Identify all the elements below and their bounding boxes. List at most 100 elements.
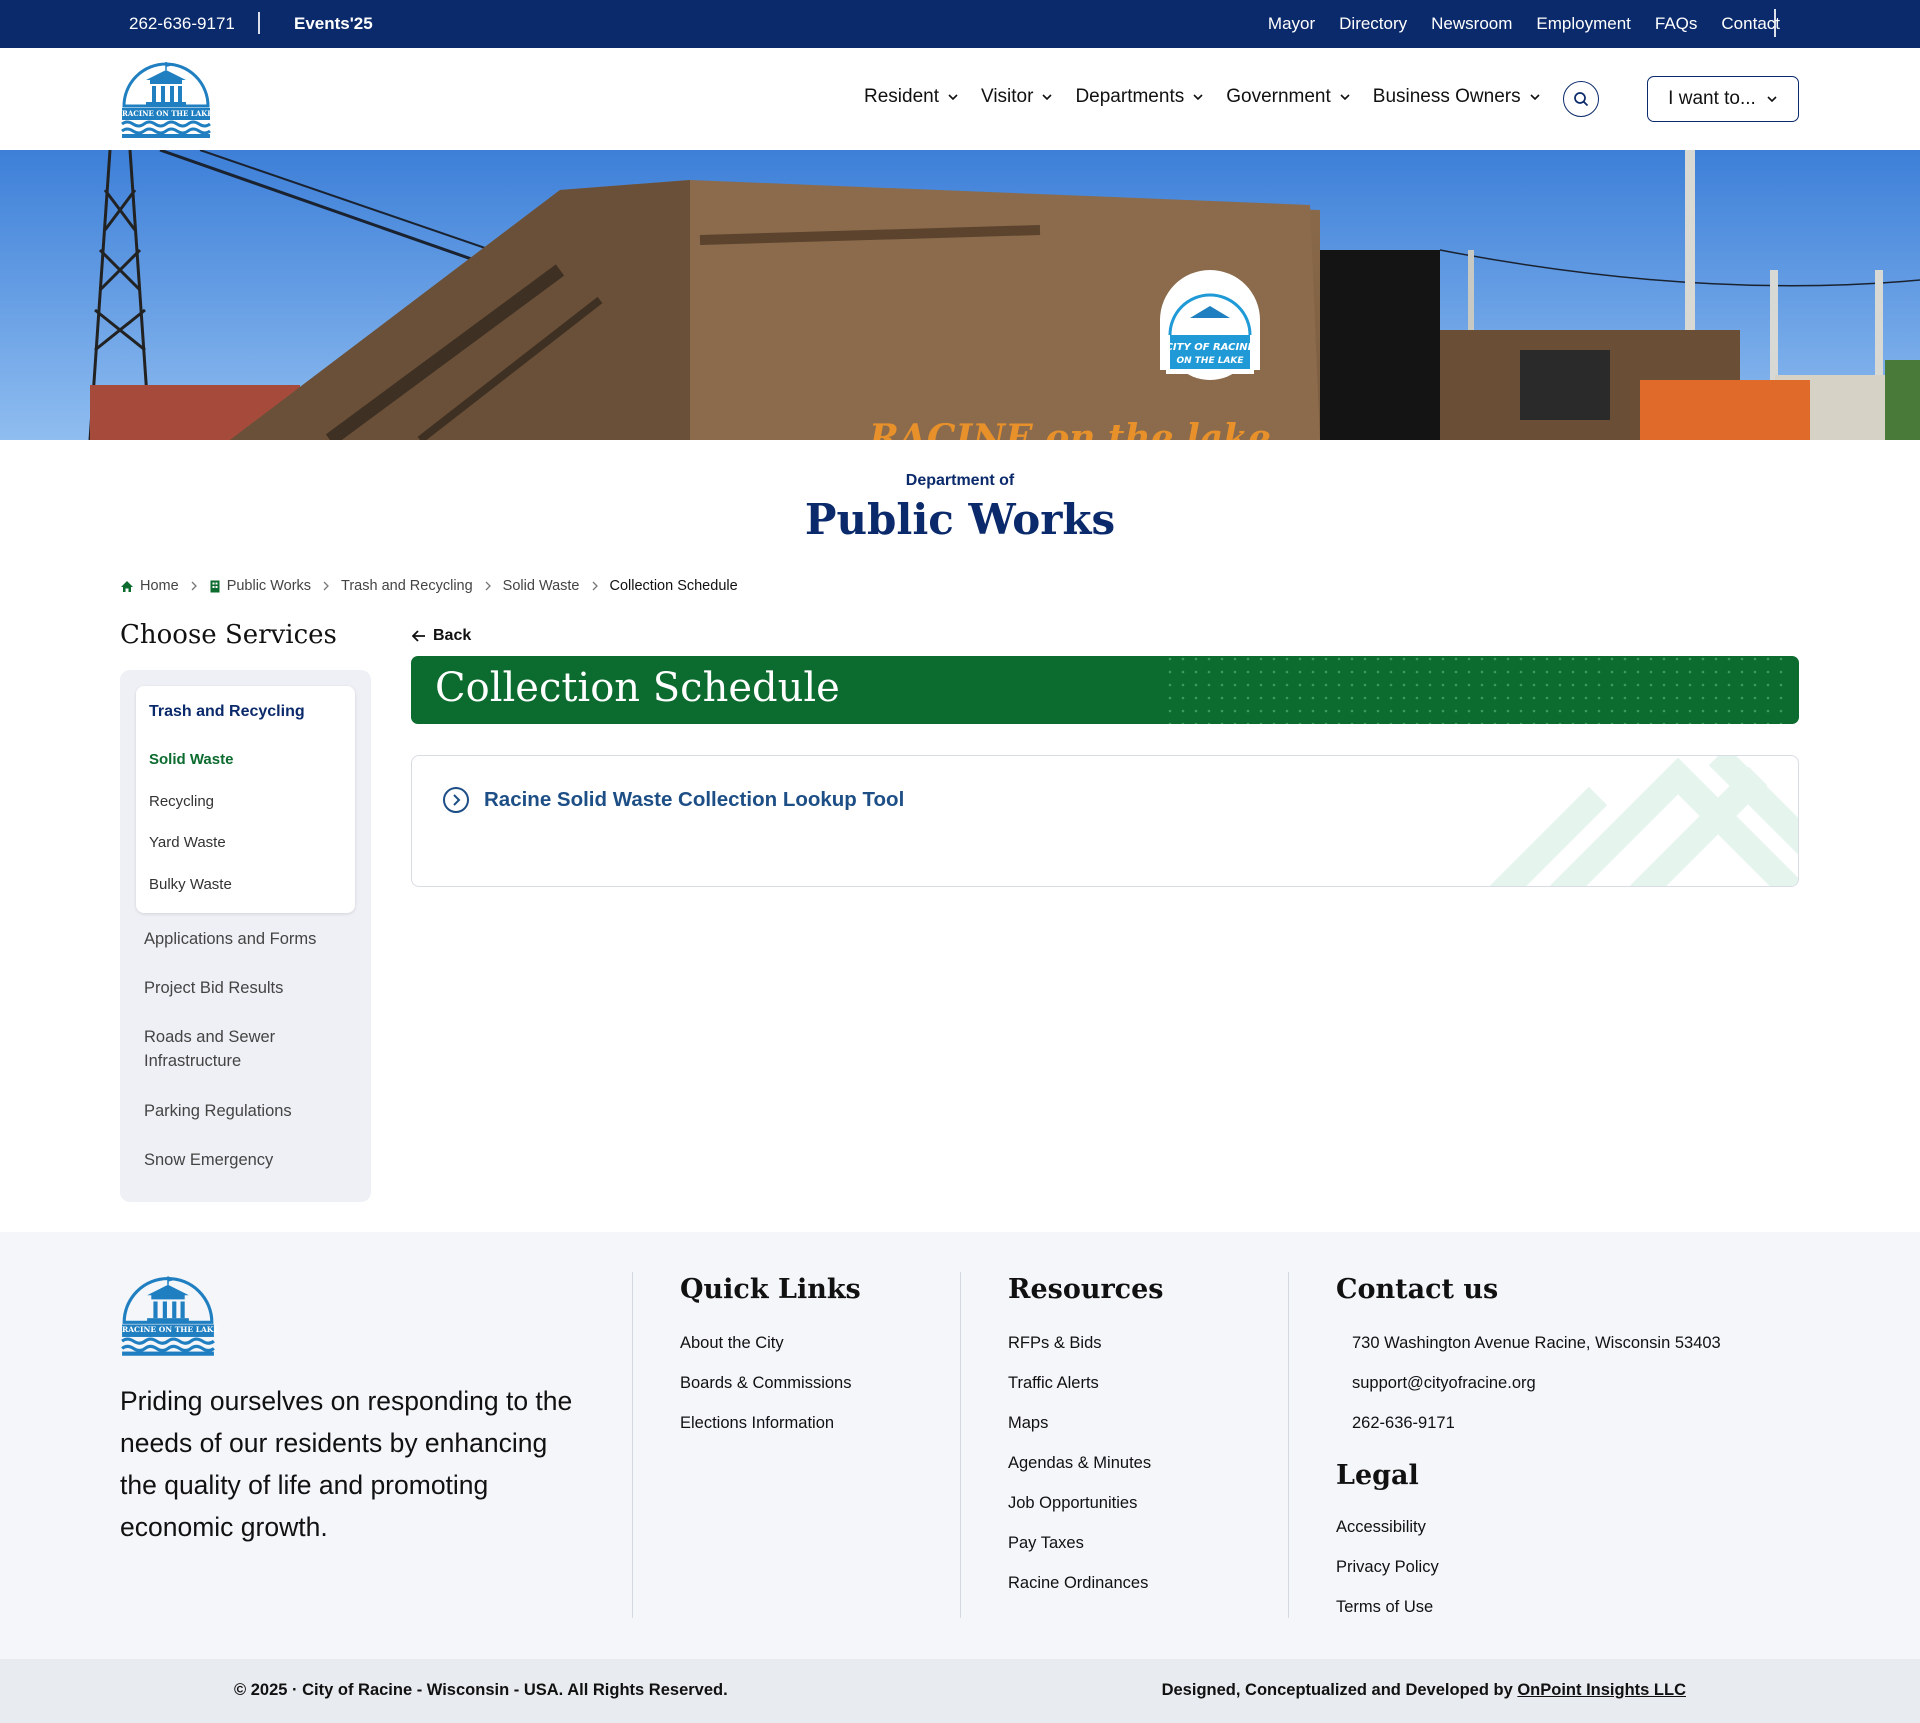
footer-contact-title: Contact us [1336,1274,1499,1305]
garbage-truck-photo: CITY OF RACINE ON THE LAKE RACINE on the… [0,150,1920,440]
chevron-right-icon [323,581,329,591]
breadcrumb-home-label: Home [140,578,179,594]
top-utility-bar: 262-636-9171 Events'25 Mayor Directory N… [0,0,1920,48]
sidebar-item-applications-forms[interactable]: Applications and Forms [144,927,354,951]
nav-departments-label: Departments [1075,86,1185,107]
topbar-link-faqs[interactable]: FAQs [1655,14,1698,34]
sidebar-item-roads-sewer[interactable]: Roads and Sewer Infrastructure [144,1025,354,1073]
footer-resources-title: Resources [1008,1274,1164,1305]
sidebar-group-trash-recycling[interactable]: Trash and Recycling [149,703,305,721]
truck-logo-text-1: CITY OF RACINE [1166,342,1255,353]
footer-quick-links-title: Quick Links [680,1274,861,1305]
back-button[interactable]: Back [412,627,471,645]
credit-link[interactable]: OnPoint Insights LLC [1517,1681,1686,1699]
topbar-link-contact[interactable]: Contact [1721,14,1780,34]
header-logo-text: RACINE ON THE LAKE [122,109,213,118]
topbar-link-mayor[interactable]: Mayor [1268,14,1315,34]
lookup-tool-label: Racine Solid Waste Collection Lookup Too… [484,788,905,811]
chevron-down-icon [1340,94,1350,101]
i-want-to-label: I want to... [1668,88,1756,109]
nav-departments[interactable]: Departments [1075,86,1204,108]
footer-link-boards-commissions[interactable]: Boards & Commissions [680,1374,851,1393]
chevron-right-icon [485,581,491,591]
breadcrumb-public-works-label: Public Works [226,578,312,594]
sidebar-item-snow-emergency[interactable]: Snow Emergency [144,1148,354,1172]
sidebar-item-recycling[interactable]: Recycling [149,793,214,810]
sidebar-item-yard-waste[interactable]: Yard Waste [149,834,226,851]
breadcrumb-trash-recycling[interactable]: Trash and Recycling [341,578,473,594]
topbar-events-link[interactable]: Events'25 [294,14,373,34]
truck-script-text: RACINE on the lake [868,417,1271,440]
footer-tagline: Priding ourselves on responding to the n… [120,1386,573,1542]
footer-divider [632,1272,633,1618]
topbar-link-employment[interactable]: Employment [1536,14,1630,34]
i-want-to-dropdown[interactable]: I want to... [1647,76,1799,122]
hero-image: CITY OF RACINE ON THE LAKE RACINE on the… [0,150,1920,440]
nav-resident[interactable]: Resident [864,86,959,108]
footer-link-maps[interactable]: Maps [1008,1414,1048,1433]
chevron-down-icon [1767,96,1777,103]
truck-logo-text-2: ON THE LAKE [1176,356,1244,366]
search-button[interactable] [1563,81,1599,117]
topbar-divider-right [1774,9,1776,37]
arrow-left-icon [412,630,425,642]
dot-pattern-decoration [1167,656,1787,724]
footer-contact-address: 730 Washington Avenue Racine, Wisconsin … [1352,1334,1721,1352]
main-header: RACINE ON THE LAKE Resident Visitor Depa… [0,48,1920,150]
copyright-text: © 2025 · City of Racine - Wisconsin - US… [234,1681,728,1699]
topbar-divider [258,12,260,34]
sidebar-item-project-bid-results[interactable]: Project Bid Results [144,976,354,1000]
breadcrumb: Home Public Works Trash and Recycling So… [120,578,738,594]
footer-link-agendas-minutes[interactable]: Agendas & Minutes [1008,1454,1151,1473]
footer-contact-phone[interactable]: 262-636-9171 [1352,1414,1455,1433]
footer-link-ordinances[interactable]: Racine Ordinances [1008,1574,1148,1593]
sidebar-item-parking-regulations[interactable]: Parking Regulations [144,1099,354,1123]
footer-link-privacy-policy[interactable]: Privacy Policy [1336,1558,1439,1577]
chevron-down-icon [948,94,958,101]
nav-visitor[interactable]: Visitor [981,86,1053,108]
footer-logo-text: RACINE ON THE LAKE [122,1325,220,1334]
breadcrumb-current: Collection Schedule [609,578,738,594]
footer-contact-email[interactable]: support@cityofracine.org [1352,1374,1536,1393]
lookup-tool-link[interactable]: Racine Solid Waste Collection Lookup Too… [442,786,904,814]
city-logo[interactable] [120,58,212,138]
chevron-right-icon [592,581,598,591]
footer-legal-title: Legal [1336,1460,1419,1491]
search-icon [1574,92,1589,107]
topbar-link-directory[interactable]: Directory [1339,14,1407,34]
topbar-link-newsroom[interactable]: Newsroom [1431,14,1512,34]
sidebar-group-card: Trash and Recycling Solid Waste Recyclin… [136,686,355,913]
department-title: Public Works [804,495,1116,544]
chevron-down-icon [1193,94,1203,101]
back-label: Back [433,627,472,644]
footer-link-about-city[interactable]: About the City [680,1334,784,1353]
footer-link-job-opportunities[interactable]: Job Opportunities [1008,1494,1137,1513]
nav-government[interactable]: Government [1226,86,1351,108]
footer-link-accessibility[interactable]: Accessibility [1336,1518,1426,1537]
sidebar-item-bulky-waste[interactable]: Bulky Waste [149,876,232,893]
footer-link-traffic-alerts[interactable]: Traffic Alerts [1008,1374,1099,1393]
breadcrumb-home[interactable]: Home [120,578,179,594]
sidebar-item-solid-waste[interactable]: Solid Waste [149,751,233,768]
chevron-right-icon [191,581,197,591]
footer-link-elections[interactable]: Elections Information [680,1414,834,1433]
breadcrumb-solid-waste[interactable]: Solid Waste [503,578,580,594]
footer-link-pay-taxes[interactable]: Pay Taxes [1008,1534,1084,1553]
services-sidebar: Trash and Recycling Solid Waste Recyclin… [120,670,371,1202]
department-prefix: Department of [905,472,1015,489]
topbar-phone[interactable]: 262-636-9171 [129,14,235,34]
nav-business-owners-label: Business Owners [1372,86,1521,107]
sidebar-title: Choose Services [120,620,337,650]
nav-business-owners[interactable]: Business Owners [1373,86,1541,108]
footer-city-logo[interactable] [120,1272,216,1356]
lookup-tool-card: Racine Solid Waste Collection Lookup Too… [411,755,1799,887]
chevron-down-icon [1530,94,1540,101]
credit-text: Designed, Conceptualized and Developed b… [1162,1681,1686,1700]
page-title: Collection Schedule [435,665,840,711]
nav-visitor-label: Visitor [981,86,1034,107]
footer-bottom-bar: © 2025 · City of Racine - Wisconsin - US… [0,1659,1920,1723]
footer-link-terms-of-use[interactable]: Terms of Use [1336,1598,1433,1617]
breadcrumb-public-works[interactable]: Public Works [209,578,311,594]
footer-link-rfps-bids[interactable]: RFPs & Bids [1008,1334,1102,1353]
nav-resident-label: Resident [864,86,939,107]
